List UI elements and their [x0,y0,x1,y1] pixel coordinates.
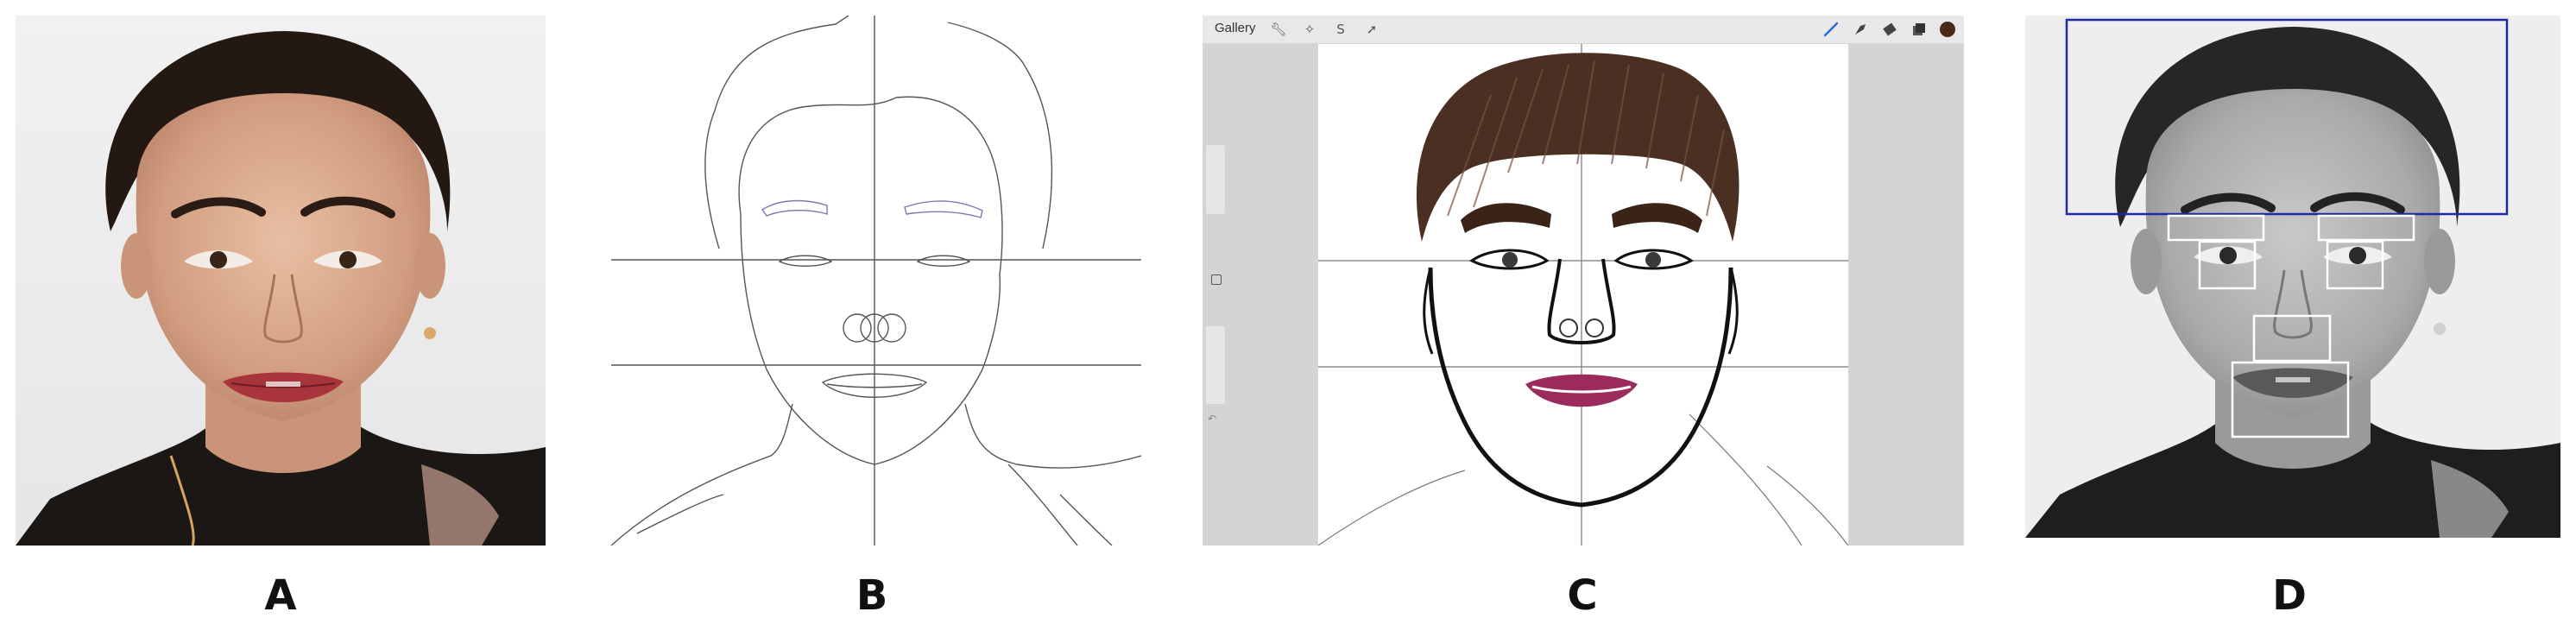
panel-a-image [16,16,546,546]
smudge-icon[interactable] [1852,21,1869,38]
panel-d-image [2025,16,2560,538]
panel-c-label: C [1567,571,1598,620]
wrench-icon[interactable]: 🔧︎ [1270,21,1287,38]
panel-b-image [611,16,1141,546]
brush-size-slider[interactable] [1206,145,1225,214]
color-swatch-icon[interactable] [1939,21,1956,38]
panel-a-label: A [264,571,297,620]
panel-b-sketch [611,16,1141,546]
opacity-slider[interactable] [1206,326,1225,404]
panel-d-grayscale-photo [2025,16,2560,538]
transform-arrow-icon[interactable]: ➚ [1363,21,1380,38]
side-slider-rail: ↶ [1203,145,1228,438]
modify-button[interactable] [1211,274,1222,285]
panel-a-photo [16,16,546,546]
panel-c-image [1318,43,1848,546]
panel-c-drawing-app: Gallery 🔧︎ ✧ S ➚ ↶ [1203,16,1964,546]
drawing-canvas[interactable] [1318,43,1848,546]
panel-b-label: B [856,571,888,620]
brush-icon[interactable] [1822,21,1840,38]
magic-wand-icon[interactable]: ✧ [1301,21,1318,38]
selection-icon[interactable]: S [1332,21,1349,38]
layers-icon[interactable] [1910,21,1928,38]
eraser-icon[interactable] [1881,21,1898,38]
undo-icon[interactable]: ↶ [1208,413,1216,425]
panel-d-label: D [2272,571,2307,620]
gallery-button[interactable]: Gallery [1215,21,1256,35]
app-toolbar: Gallery 🔧︎ ✧ S ➚ [1203,16,1964,44]
